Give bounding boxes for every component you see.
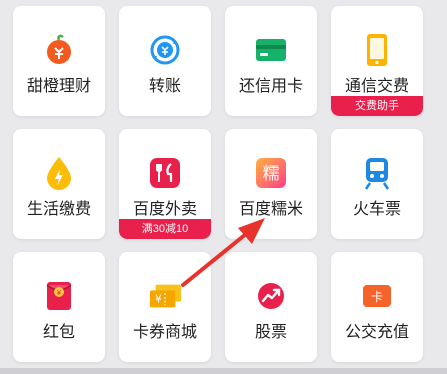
service-grid: 甜橙理财 转账 还信用卡 通信交费 交费助手 生活缴费 百度外卖 满30减10 …: [0, 0, 447, 374]
tile-transfer[interactable]: 转账: [119, 6, 211, 116]
utility-drop-icon: [42, 156, 76, 190]
tile-label: 甜橙理财: [26, 78, 91, 95]
tile-baidu-waimai[interactable]: 百度外卖 满30减10: [119, 129, 211, 239]
bus-card-icon: 卡: [360, 279, 394, 313]
tile-train-ticket[interactable]: 火车票: [331, 129, 423, 239]
tile-label: 百度糯米: [238, 201, 303, 218]
bottom-edge: [0, 368, 447, 374]
train-icon: [360, 156, 394, 190]
tile-label: 通信交费: [344, 78, 409, 95]
orange-money-icon: [42, 33, 76, 67]
svg-text:¥: ¥: [57, 289, 62, 297]
tile-label: 火车票: [352, 201, 401, 218]
tile-label: 卡券商城: [132, 324, 197, 341]
svg-text:卡: 卡: [371, 290, 383, 304]
tile-label: 股票: [254, 324, 287, 341]
red-envelope-icon: ¥: [42, 279, 76, 313]
stock-icon: [254, 279, 288, 313]
credit-card-icon: [254, 33, 288, 67]
tile-credit-card[interactable]: 还信用卡: [225, 6, 317, 116]
coupon-icon: ¥: [148, 279, 182, 313]
tile-phone-bill[interactable]: 通信交费 交费助手: [331, 6, 423, 116]
tile-label: 转账: [148, 78, 181, 95]
tile-label: 还信用卡: [238, 78, 303, 95]
tile-utility-bills[interactable]: 生活缴费: [13, 129, 105, 239]
promo-badge: 交费助手: [331, 96, 423, 116]
tile-label: 生活缴费: [26, 201, 91, 218]
nuomi-icon: 糯: [254, 156, 288, 190]
tile-label: 公交充值: [344, 324, 409, 341]
promo-badge: 满30减10: [119, 219, 211, 239]
svg-text:¥: ¥: [155, 294, 162, 306]
tile-bus-card-topup[interactable]: 卡 公交充值: [331, 252, 423, 362]
tile-tiancheng-licai[interactable]: 甜橙理财: [13, 6, 105, 116]
tile-label: 百度外卖: [132, 201, 197, 218]
tile-baidu-nuomi[interactable]: 糯 百度糯米: [225, 129, 317, 239]
fork-knife-icon: [148, 156, 182, 190]
tile-label: 红包: [42, 324, 75, 341]
phone-icon: [360, 33, 394, 67]
nuomi-glyph: 糯: [263, 164, 280, 184]
tile-coupon-mall[interactable]: ¥ 卡券商城: [119, 252, 211, 362]
tile-red-envelope[interactable]: ¥ 红包: [13, 252, 105, 362]
transfer-icon: [148, 33, 182, 67]
tile-stocks[interactable]: 股票: [225, 252, 317, 362]
